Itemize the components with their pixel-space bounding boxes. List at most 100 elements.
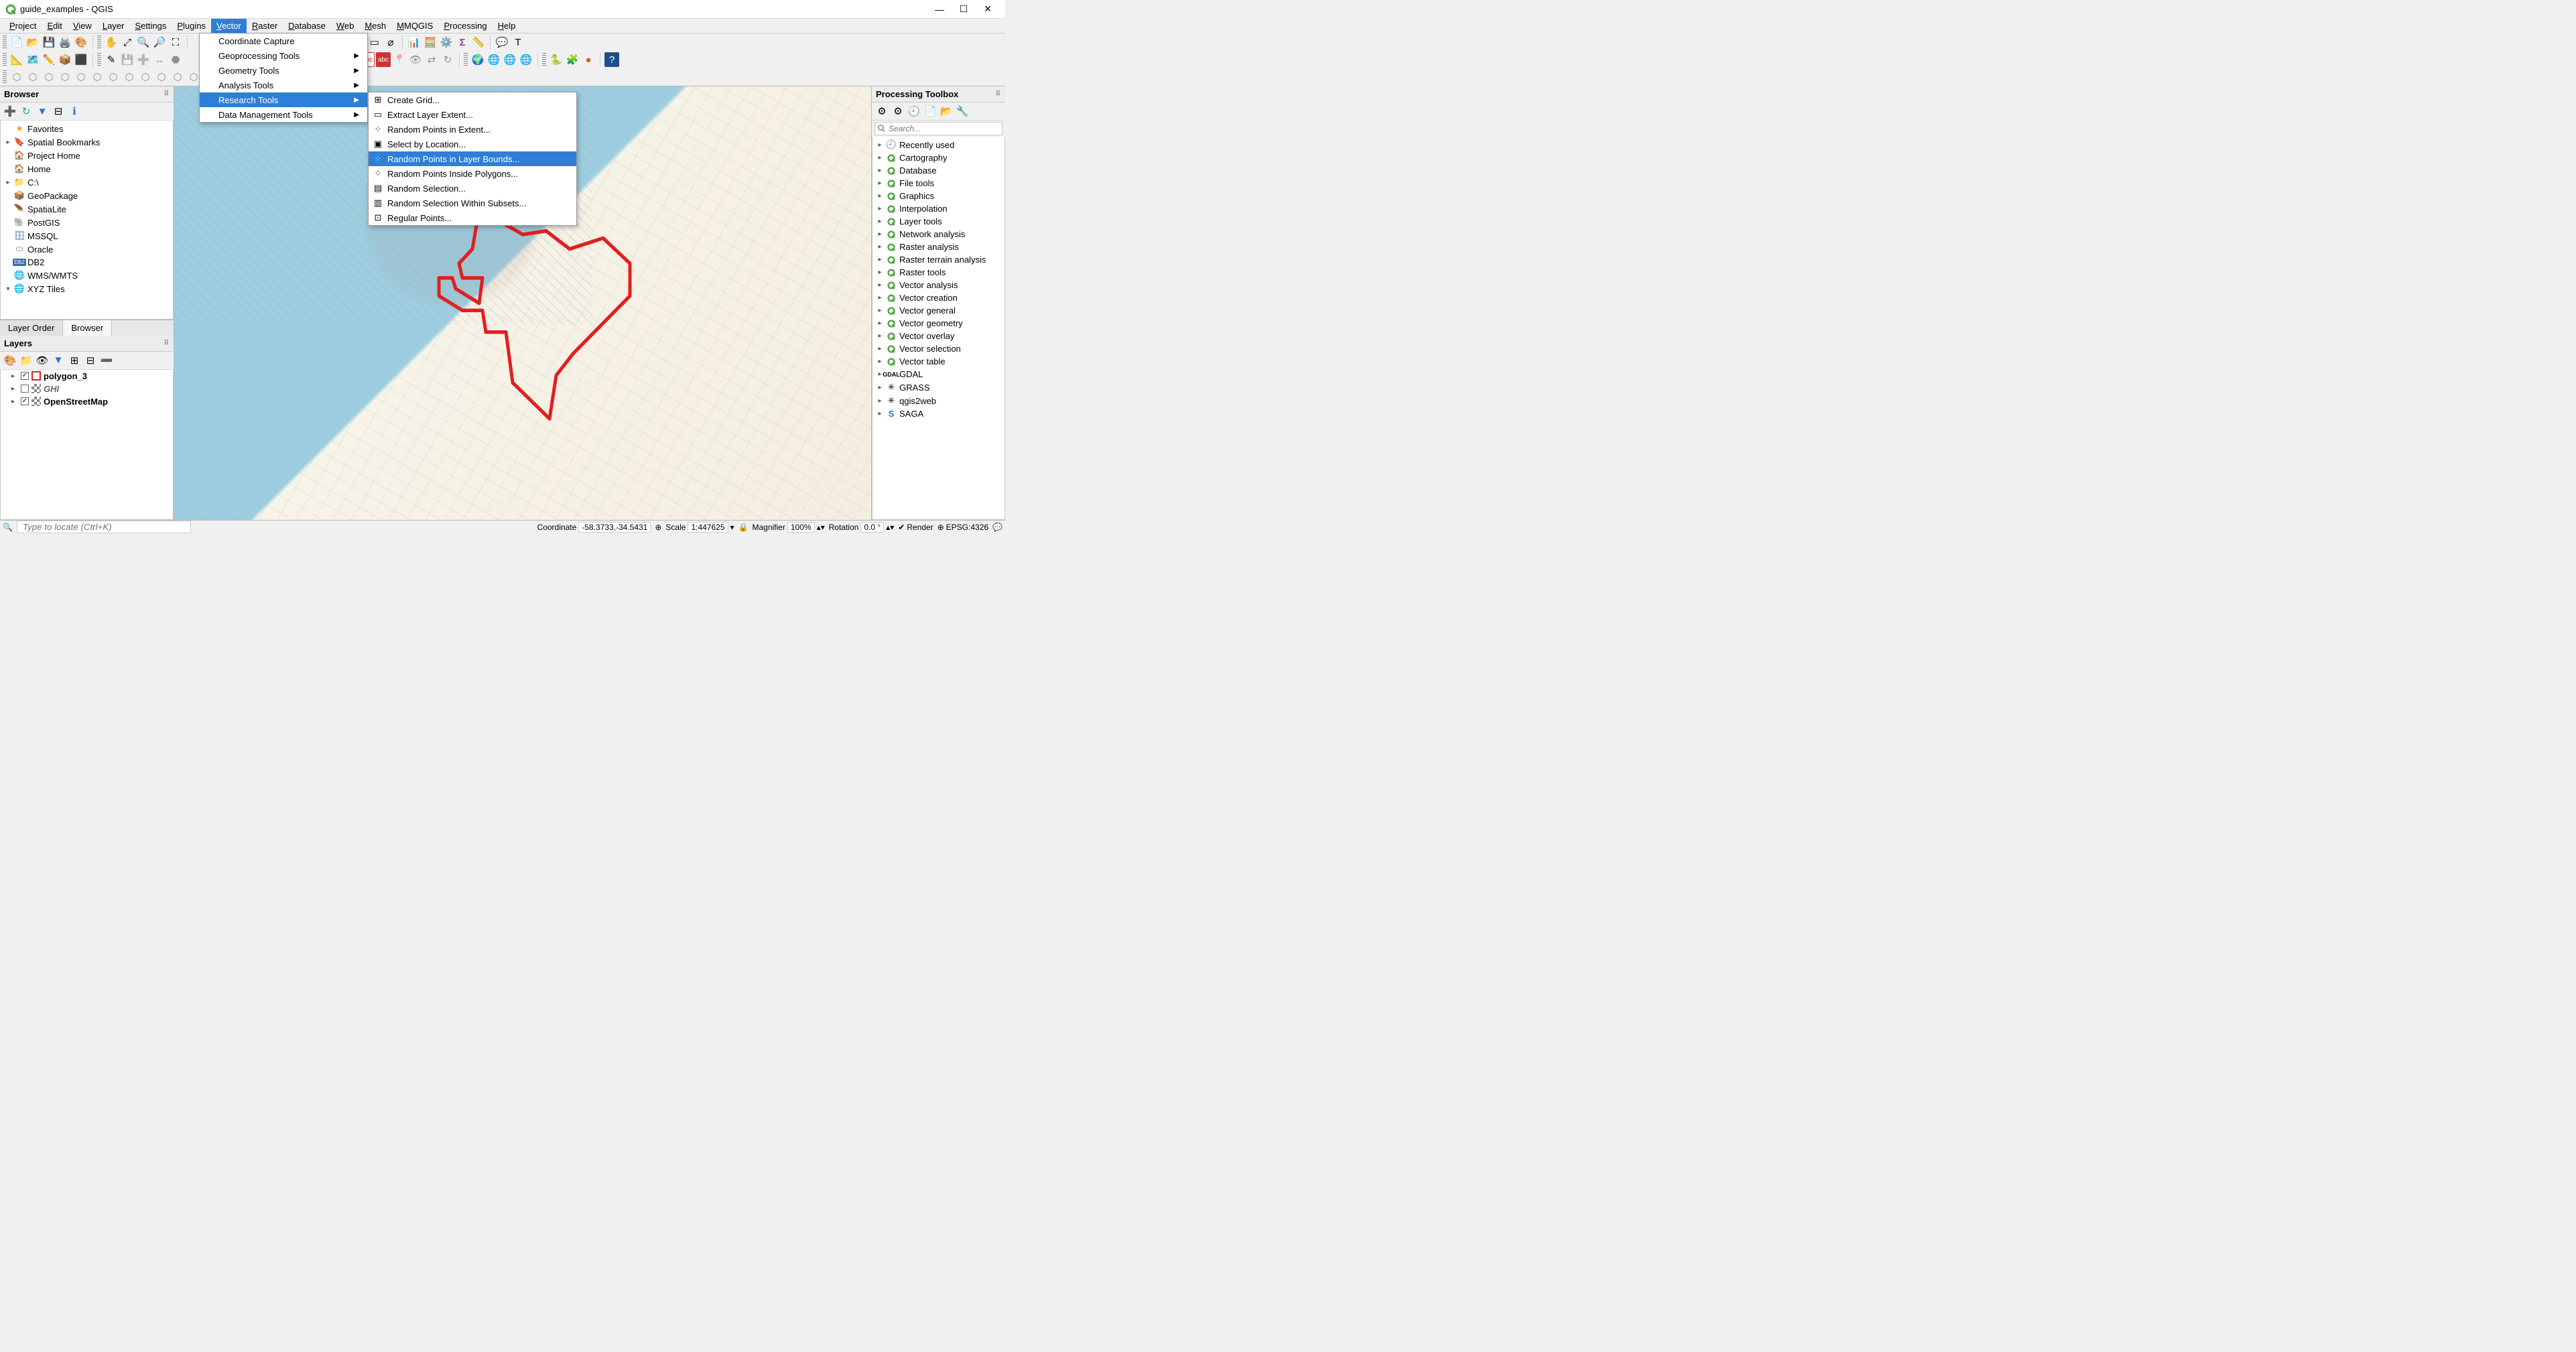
processing-item-saga[interactable]: ▸SSAGA	[873, 407, 1005, 420]
processing-item-vector-general[interactable]: ▸Vector general	[873, 304, 1005, 317]
processing-item-grass[interactable]: ▸✳GRASS	[873, 381, 1005, 394]
processing-item-vector-overlay[interactable]: ▸Vector overlay	[873, 330, 1005, 342]
menu-processing[interactable]: Processing	[438, 19, 492, 33]
menu-project[interactable]: Project	[4, 19, 42, 33]
processing-item-file-tools[interactable]: ▸File tools	[873, 177, 1005, 190]
save-project-icon[interactable]: 💾	[42, 35, 56, 50]
crs-button[interactable]: ⊕ EPSG:4326	[938, 523, 988, 532]
snap10-icon[interactable]: ⬡	[154, 70, 169, 84]
snap2-icon[interactable]: ⬡	[25, 70, 40, 84]
manage-visibility-icon[interactable]: 👁	[35, 353, 50, 368]
layer-checkbox[interactable]: ✓	[21, 372, 29, 380]
vector-menu-geometry-tools[interactable]: Geometry Tools▶	[200, 63, 367, 78]
browser-item-oracle[interactable]: ⬭Oracle	[1, 243, 173, 256]
filter-legend-icon[interactable]: ▼	[51, 353, 66, 368]
filter-browser-icon[interactable]: ▼	[35, 104, 50, 119]
help-icon[interactable]: ?	[604, 52, 619, 67]
move-label-icon[interactable]: ⇄	[424, 52, 439, 67]
tab-browser[interactable]: Browser	[63, 320, 112, 336]
new-geopackage-icon[interactable]: 📦	[58, 52, 72, 67]
layer-row-openstreetmap[interactable]: ▸✓OpenStreetMap	[1, 395, 173, 408]
processing-item-gdal[interactable]: ▸GDALGDAL	[873, 368, 1005, 381]
processing-item-vector-geometry[interactable]: ▸Vector geometry	[873, 317, 1005, 330]
processing-item-cartography[interactable]: ▸Cartography	[873, 151, 1005, 164]
menu-raster[interactable]: Raster	[247, 19, 283, 33]
tab-layer-order[interactable]: Layer Order	[0, 320, 63, 336]
minimize-button[interactable]: —	[927, 2, 952, 17]
snap3-icon[interactable]: ⬡	[42, 70, 56, 84]
label-toolbar2-icon[interactable]: abc	[376, 52, 391, 67]
lock-scale-icon[interactable]: 🔒	[738, 523, 749, 532]
processing-toolbox-icon[interactable]: ⚙️	[439, 35, 454, 50]
processing-item-graphics[interactable]: ▸Graphics	[873, 190, 1005, 202]
add-group-icon[interactable]: 📁	[19, 353, 34, 368]
field-calculator-icon[interactable]: 🧮	[423, 35, 438, 50]
style-manager-icon[interactable]: 🎨	[74, 35, 88, 50]
layer-styling-icon[interactable]: 🎨	[3, 353, 17, 368]
processing-item-network-analysis[interactable]: ▸Network analysis	[873, 228, 1005, 241]
research-item-rand-poly[interactable]: ⁘Random Points Inside Polygons...	[369, 166, 576, 181]
processing-options-icon[interactable]: 🔧	[955, 104, 970, 119]
snap11-icon[interactable]: ⬡	[170, 70, 185, 84]
processing-item-vector-table[interactable]: ▸Vector table	[873, 355, 1005, 368]
menu-web[interactable]: Web	[331, 19, 360, 33]
processing-item-vector-selection[interactable]: ▸Vector selection	[873, 342, 1005, 355]
research-item-grid[interactable]: ⊞Create Grid...	[369, 92, 576, 107]
vector-menu-data-management-tools[interactable]: Data Management Tools▶	[200, 107, 367, 122]
expand-all-icon[interactable]: ⊞	[67, 353, 82, 368]
browser-item-xyz-tiles[interactable]: ▾🌐XYZ Tiles	[1, 282, 173, 295]
globe-green-icon[interactable]: 🌍	[470, 52, 485, 67]
collapse-all-layers-icon[interactable]: ⊟	[83, 353, 98, 368]
new-shapefile-icon[interactable]: ✏️	[42, 52, 56, 67]
menu-mmqgis[interactable]: MMQGIS	[391, 19, 438, 33]
vector-menu-dropdown[interactable]: Coordinate CaptureGeoprocessing Tools▶Ge…	[199, 33, 368, 123]
research-item-sel-loc[interactable]: ▣Select by Location...	[369, 137, 576, 151]
layer-checkbox[interactable]: ✓	[21, 397, 29, 405]
processing-item-interpolation[interactable]: ▸Interpolation	[873, 202, 1005, 215]
research-item-reg-pts[interactable]: ⊡Regular Points...	[369, 210, 576, 225]
menu-vector[interactable]: Vector	[211, 19, 247, 33]
processing-item-qgis2web[interactable]: ▸✳qgis2web	[873, 394, 1005, 407]
layer-row-ghi[interactable]: ▸GHI	[1, 383, 173, 395]
layer-row-polygon-3[interactable]: ▸✓polygon_3	[1, 370, 173, 383]
collapse-all-icon[interactable]: ⊟	[51, 104, 66, 119]
vector-menu-research-tools[interactable]: Research Tools▶	[200, 92, 367, 107]
processing-item-database[interactable]: ▸Database	[873, 164, 1005, 177]
pin-label-icon[interactable]: 📍	[392, 52, 407, 67]
add-feature-icon[interactable]: ➕	[136, 52, 151, 67]
processing-model-icon[interactable]: ⚙	[875, 104, 889, 119]
properties-icon[interactable]: ℹ	[67, 104, 82, 119]
browser-item-favorites[interactable]: ★Favorites	[1, 122, 173, 135]
add-vector-layer-icon[interactable]: 📐	[9, 52, 24, 67]
vector-menu-geoprocessing-tools[interactable]: Geoprocessing Tools▶	[200, 48, 367, 63]
processing-item-raster-terrain-analysis[interactable]: ▸Raster terrain analysis	[873, 253, 1005, 266]
maximize-button[interactable]: ☐	[952, 2, 976, 17]
snap6-icon[interactable]: ⬡	[90, 70, 105, 84]
processing-item-raster-tools[interactable]: ▸Raster tools	[873, 266, 1005, 279]
close-button[interactable]: ✕	[976, 2, 1000, 17]
zoom-in-icon[interactable]: 🔍	[136, 35, 151, 50]
vector-menu-analysis-tools[interactable]: Analysis Tools▶	[200, 78, 367, 92]
menu-view[interactable]: View	[68, 19, 97, 33]
layer-checkbox[interactable]	[21, 385, 29, 393]
processing-script-icon[interactable]: ⚙	[891, 104, 905, 119]
browser-item-c-[interactable]: ▸📁C:\	[1, 176, 173, 189]
deselect-icon[interactable]: ⌀	[383, 35, 398, 50]
new-virtual-layer-icon[interactable]: ⬛	[74, 52, 88, 67]
research-tools-submenu[interactable]: ⊞Create Grid...▭Extract Layer Extent...⁘…	[368, 92, 577, 226]
remove-layer-icon[interactable]: ➖	[99, 353, 114, 368]
browser-item-spatial-bookmarks[interactable]: ▸🔖Spatial Bookmarks	[1, 135, 173, 149]
open-attribute-table-icon[interactable]: 📊	[407, 35, 422, 50]
menu-edit[interactable]: Edit	[42, 19, 67, 33]
snap-icon[interactable]: ⬡	[9, 70, 24, 84]
pan-to-selection-icon[interactable]: ⤢	[120, 35, 135, 50]
save-edits-icon[interactable]: 💾	[120, 52, 135, 67]
browser-item-spatialite[interactable]: 🪶SpatiaLite	[1, 202, 173, 216]
select-features-icon[interactable]: ▭	[367, 35, 382, 50]
snap5-icon[interactable]: ⬡	[74, 70, 88, 84]
processing-item-vector-analysis[interactable]: ▸Vector analysis	[873, 279, 1005, 291]
show-labels-icon[interactable]: 👁	[408, 52, 423, 67]
menu-help[interactable]: Help	[493, 19, 521, 33]
measure-icon[interactable]: 📏	[471, 35, 486, 50]
toggle-editing-icon[interactable]: ✎	[104, 52, 119, 67]
